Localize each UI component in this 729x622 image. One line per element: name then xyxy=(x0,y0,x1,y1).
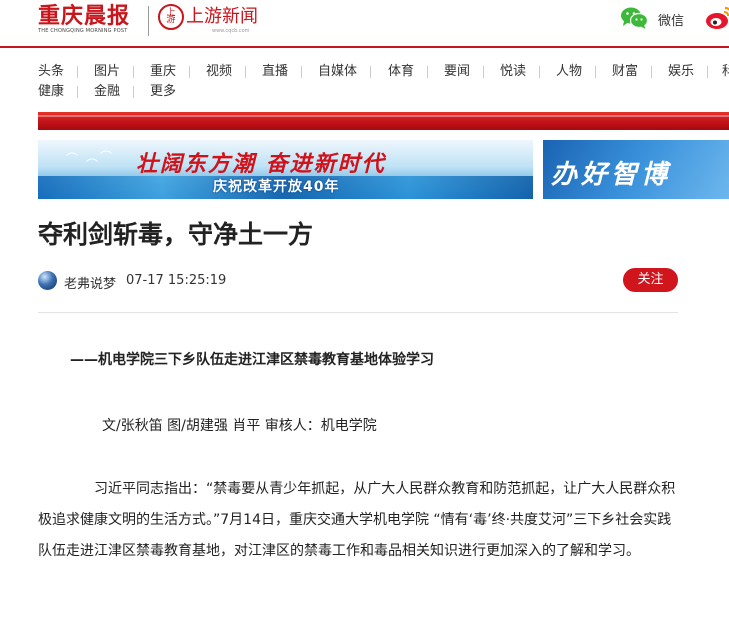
nav-item-we-media[interactable]: 自媒体 xyxy=(318,62,357,82)
follow-button[interactable]: 关注 xyxy=(623,268,678,292)
nav-item-finance[interactable]: 金融 xyxy=(94,82,120,102)
nav-item-video[interactable]: 视频 xyxy=(206,62,232,82)
nav-divider xyxy=(133,66,134,78)
nav-item-wealth[interactable]: 财富 xyxy=(612,62,638,82)
nav-divider xyxy=(707,66,708,78)
nav-divider xyxy=(189,66,190,78)
reform-anniversary-banner[interactable]: ⌒ ⌒ ⌒ 壮阔东方潮 奋进新时代 庆祝改革开放40年 xyxy=(38,140,533,199)
logo-cq-english: THE CHONGQING MORNING POST xyxy=(38,28,128,34)
seagull-icon: ⌒ xyxy=(66,152,79,166)
red-divider-bar xyxy=(38,112,729,130)
logo-sy-name: 上游新闻 xyxy=(186,6,258,27)
nav-item-entertainment[interactable]: 娱乐 xyxy=(668,62,694,82)
seagull-icon: ⌒ xyxy=(100,150,113,164)
nav-item-people[interactable]: 人物 xyxy=(556,62,582,82)
logo-sy-badge: 上游 xyxy=(166,8,176,25)
article-title: 夺利剑斩毒，守净土一方 xyxy=(38,220,314,249)
nav-divider xyxy=(539,66,540,78)
nav-divider xyxy=(133,86,134,98)
wechat-icon[interactable] xyxy=(620,6,648,30)
article-divider xyxy=(38,312,678,313)
logo-sy-url: www.cqcb.com xyxy=(212,28,250,34)
nav-item-more[interactable]: 更多 xyxy=(150,82,176,102)
nav-divider xyxy=(370,66,371,78)
article-subtitle: ——机电学院三下乡队伍走进江津区禁毒教育基地体验学习 xyxy=(70,352,434,368)
nav-divider xyxy=(427,66,428,78)
article-paragraph-text: 习近平同志指出：“禁毒要从青少年抓起，从广大人民群众教育和防范抓起，让广大人民群… xyxy=(38,481,676,559)
banner-side-text: 办好智博 xyxy=(551,160,672,190)
nav-divider xyxy=(483,66,484,78)
nav-item-top-news[interactable]: 要闻 xyxy=(444,62,470,82)
article-byline: 文/张秋笛 图/胡建强 肖平 审核人：机电学院 xyxy=(102,418,377,434)
nav-divider xyxy=(77,66,78,78)
author-row: 老弗说梦 07-17 15:25:19 关注 xyxy=(38,268,678,294)
logo-cq-name: 重庆晨报 xyxy=(38,3,131,29)
weibo-icon[interactable] xyxy=(705,4,729,32)
nav-item-sports[interactable]: 体育 xyxy=(388,62,414,82)
wechat-label[interactable]: 微信 xyxy=(658,10,684,29)
nav-item-tech[interactable]: 科 xyxy=(722,62,729,82)
post-time: 07-17 15:25:19 xyxy=(126,273,227,288)
nav-divider xyxy=(651,66,652,78)
nav-item-photos[interactable]: 图片 xyxy=(94,62,120,82)
chongqing-morning-post-logo[interactable]: 重庆晨报 THE CHONGQING MORNING POST xyxy=(38,3,130,34)
author-avatar[interactable] xyxy=(38,271,57,290)
site-header: 重庆晨报 THE CHONGQING MORNING POST 上游 上游新闻 … xyxy=(0,0,729,48)
shangyou-badge-icon: 上游 xyxy=(158,4,184,30)
seagull-icon: ⌒ xyxy=(86,158,99,172)
nav-divider xyxy=(301,66,302,78)
nav-divider xyxy=(245,66,246,78)
nav-item-chongqing[interactable]: 重庆 xyxy=(150,62,176,82)
nav-item-live[interactable]: 直播 xyxy=(262,62,288,82)
author-name[interactable]: 老弗说梦 xyxy=(64,273,116,292)
smart-expo-banner[interactable]: 办好智博 xyxy=(543,140,729,199)
banner-title: 壮阔东方潮 奋进新时代 xyxy=(136,151,386,177)
nav-item-reading[interactable]: 悦读 xyxy=(500,62,526,82)
nav-divider xyxy=(77,86,78,98)
nav-item-headlines[interactable]: 头条 xyxy=(38,62,64,82)
nav-item-health[interactable]: 健康 xyxy=(38,82,64,102)
logo-divider xyxy=(148,6,149,36)
banner-subtitle: 庆祝改革开放40年 xyxy=(213,179,340,195)
nav-divider xyxy=(595,66,596,78)
article-paragraph: 习近平同志指出：“禁毒要从青少年抓起，从广大人民群众教育和防范抓起，让广大人民群… xyxy=(38,474,682,567)
